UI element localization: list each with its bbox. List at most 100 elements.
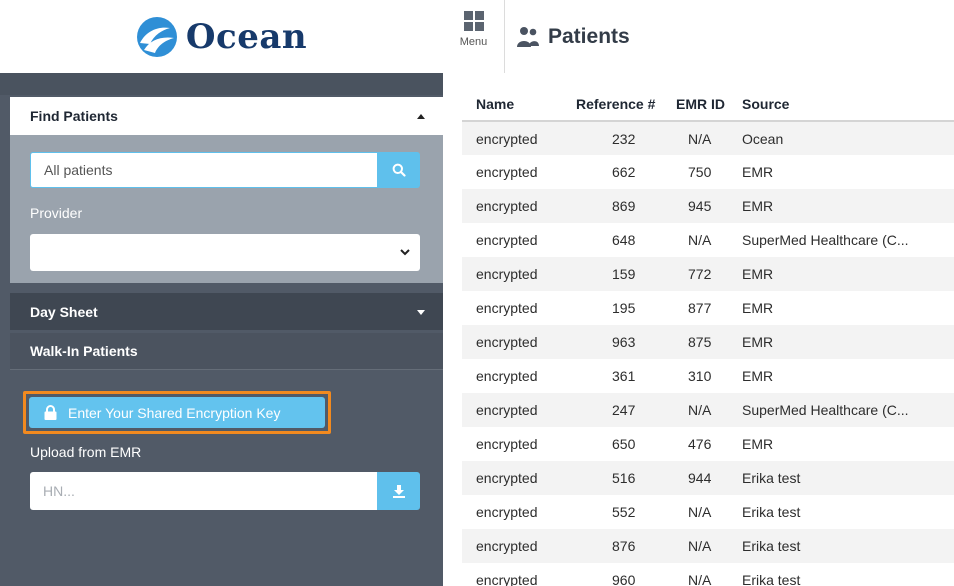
cell-emr-id: N/A: [688, 504, 712, 520]
cell-source: EMR: [742, 164, 774, 180]
cell-reference: 960: [612, 572, 636, 586]
table-row[interactable]: encrypted 963 875 EMR: [462, 325, 954, 359]
table-row[interactable]: encrypted 869 945 EMR: [462, 189, 954, 223]
cell-name: encrypted: [462, 529, 576, 563]
cell-reference: 552: [612, 504, 636, 520]
cell-name: encrypted: [476, 300, 538, 316]
column-header-name[interactable]: Name: [462, 88, 576, 122]
logo-text: Ocean: [185, 16, 308, 57]
cell-name: encrypted: [476, 572, 538, 586]
ocean-logo-icon: [136, 16, 177, 57]
patients-table-area: Name Reference # EMR ID Source encrypted…: [462, 88, 954, 586]
table-row[interactable]: encrypted 552 N/A Erika test: [462, 495, 954, 529]
cell-name: encrypted: [462, 325, 576, 359]
cell-source: EMR: [742, 300, 774, 316]
day-sheet-header[interactable]: Day Sheet: [10, 293, 443, 330]
cell-name: encrypted: [462, 461, 576, 495]
cell-name: encrypted: [476, 504, 538, 520]
column-header-source[interactable]: Source: [739, 88, 954, 122]
cell-emr-id: 772: [675, 257, 739, 291]
app-header: Ocean Menu Patients: [0, 0, 954, 73]
cell-reference: 516: [576, 461, 675, 495]
cell-source: Erika test: [739, 461, 954, 495]
cell-reference: 361: [612, 368, 636, 384]
column-header-reference[interactable]: Reference #: [576, 88, 675, 122]
upload-from-emr-label: Upload from EMR: [30, 444, 142, 460]
cell-name: encrypted: [476, 368, 538, 384]
cell-emr-id: 945: [675, 189, 739, 223]
ocean-logo[interactable]: Ocean: [0, 0, 443, 73]
search-button[interactable]: [377, 152, 420, 188]
cell-emr-id: N/A: [675, 529, 739, 563]
cell-emr-id: 944: [675, 461, 739, 495]
caret-up-icon: [417, 114, 425, 119]
cell-reference: 247: [576, 393, 675, 427]
cell-source: SuperMed Healthcare (C...: [742, 232, 909, 248]
cell-reference: 159: [576, 257, 675, 291]
encryption-key-label: Enter Your Shared Encryption Key: [68, 404, 281, 421]
page-title-text: Patients: [548, 24, 630, 48]
table-row[interactable]: encrypted 516 944 Erika test: [462, 461, 954, 495]
cell-emr-id: 310: [688, 368, 712, 384]
cell-emr-id: N/A: [688, 572, 712, 586]
upload-button[interactable]: [377, 472, 420, 510]
provider-select[interactable]: [30, 234, 420, 271]
table-row[interactable]: encrypted 247 N/A SuperMed Healthcare (C...: [462, 393, 954, 427]
day-sheet-label: Day Sheet: [30, 303, 98, 320]
patients-icon: [517, 26, 539, 47]
table-row[interactable]: encrypted 650 476 EMR: [462, 427, 954, 461]
hn-upload: [30, 472, 420, 510]
download-icon: [392, 484, 405, 498]
table-row[interactable]: encrypted 960 N/A Erika test: [462, 563, 954, 586]
search-input[interactable]: [30, 152, 377, 188]
cell-emr-id: 875: [675, 325, 739, 359]
search-icon: [392, 163, 406, 177]
provider-label: Provider: [30, 205, 83, 221]
table-row[interactable]: encrypted 232 N/A Ocean: [462, 121, 954, 155]
table-row[interactable]: encrypted 648 N/A SuperMed Healthcare (C...: [462, 223, 954, 257]
patients-table: Name Reference # EMR ID Source encrypted…: [462, 88, 954, 586]
find-patients-panel: Provider: [10, 135, 443, 283]
cell-reference: 876: [576, 529, 675, 563]
enter-encryption-key-button[interactable]: Enter Your Shared Encryption Key: [29, 397, 325, 428]
walk-in-patients-header[interactable]: Walk-In Patients: [10, 333, 443, 370]
cell-name: encrypted: [462, 393, 576, 427]
cell-emr-id: N/A: [675, 393, 739, 427]
table-row[interactable]: encrypted 195 877 EMR: [462, 291, 954, 325]
cell-source: Erika test: [739, 529, 954, 563]
cell-name: encrypted: [476, 232, 538, 248]
table-row[interactable]: encrypted 361 310 EMR: [462, 359, 954, 393]
walk-in-label: Walk-In Patients: [30, 343, 138, 359]
cell-source: EMR: [739, 257, 954, 291]
cell-source: EMR: [742, 368, 774, 384]
cell-source: Erika test: [742, 504, 801, 520]
chevron-down-icon: [400, 249, 410, 256]
column-header-emr-id[interactable]: EMR ID: [675, 88, 739, 122]
table-row[interactable]: encrypted 159 772 EMR: [462, 257, 954, 291]
cell-emr-id: N/A: [675, 121, 739, 155]
cell-name: encrypted: [462, 189, 576, 223]
patient-search: [30, 152, 420, 188]
sidebar: Find Patients Provider Day Sheet Walk-In…: [0, 73, 443, 586]
caret-down-icon: [417, 310, 425, 315]
find-patients-header[interactable]: Find Patients: [10, 97, 443, 135]
menu-label: Menu: [459, 36, 488, 48]
cell-name: encrypted: [462, 257, 576, 291]
cell-reference: 963: [576, 325, 675, 359]
cell-source: Ocean: [739, 121, 954, 155]
table-row[interactable]: encrypted 662 750 EMR: [462, 155, 954, 189]
cell-source: EMR: [739, 189, 954, 223]
table-row[interactable]: encrypted 876 N/A Erika test: [462, 529, 954, 563]
cell-source: EMR: [742, 436, 774, 452]
cell-reference: 662: [612, 164, 636, 180]
cell-name: encrypted: [476, 164, 538, 180]
find-patients-label: Find Patients: [30, 108, 118, 124]
encryption-key-highlight: Enter Your Shared Encryption Key: [23, 391, 331, 434]
hn-input[interactable]: [30, 472, 377, 510]
cell-reference: 232: [576, 121, 675, 155]
cell-reference: 195: [612, 300, 636, 316]
sidebar-top-bar: [0, 73, 443, 95]
cell-reference: 650: [612, 436, 636, 452]
menu-button[interactable]: Menu: [443, 0, 505, 73]
page-title: Patients: [516, 0, 630, 73]
